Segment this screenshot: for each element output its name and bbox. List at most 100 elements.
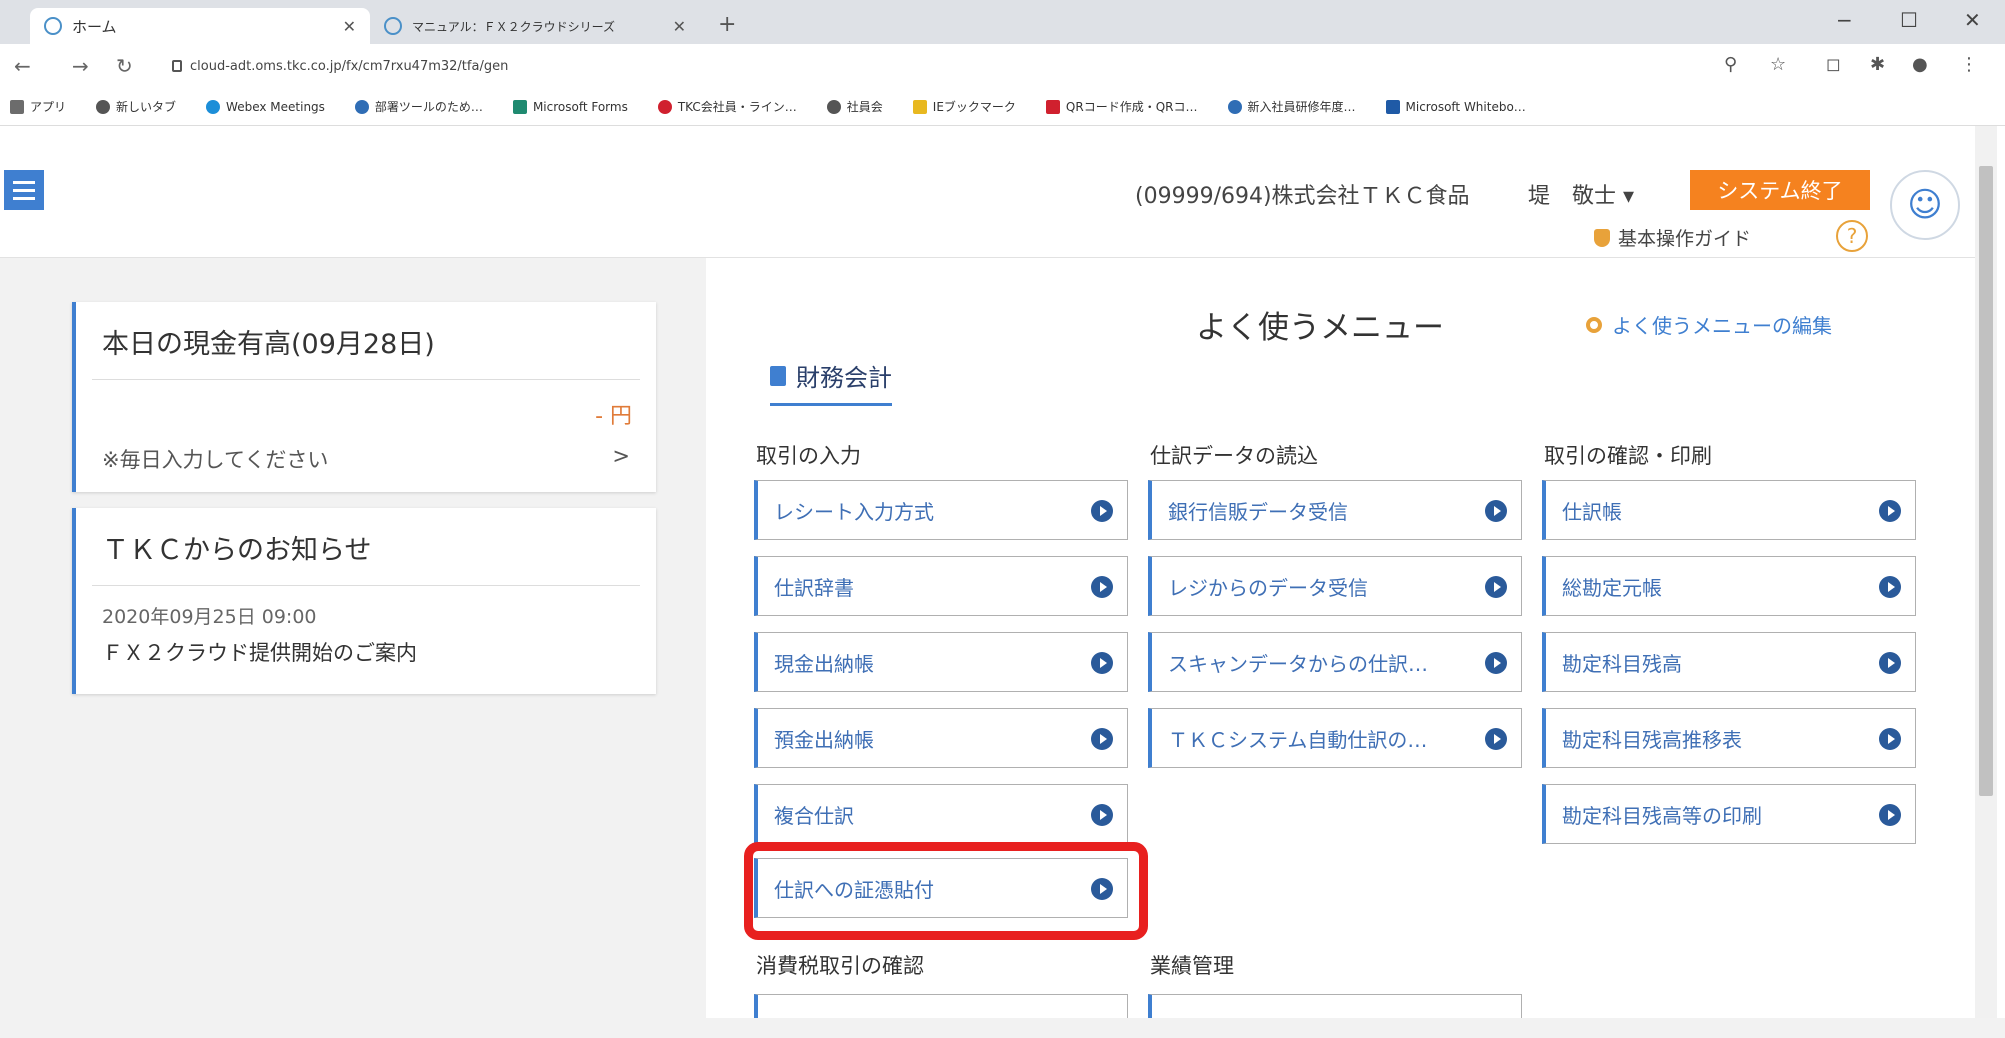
menu-item-general-ledger[interactable]: 総勘定元帳: [1542, 556, 1916, 616]
reload-icon[interactable]: ↻: [116, 54, 133, 78]
calculator-icon: [770, 365, 786, 386]
globe-icon: [96, 99, 111, 114]
bookmark-dept-tools[interactable]: 部署ツールのため…: [354, 98, 483, 115]
arrow-circle-icon: [1485, 576, 1507, 598]
bookmark-icon: [1227, 99, 1242, 114]
section-financial-accounting: 財務会計: [770, 358, 892, 406]
bookmark-training[interactable]: 新入社員研修年度…: [1227, 98, 1356, 115]
arrow-circle-icon: [1879, 728, 1901, 750]
minimize-button[interactable]: −: [1836, 8, 1853, 32]
menu-item-scan-data[interactable]: スキャンデータからの仕訳…: [1148, 632, 1522, 692]
cash-balance-card[interactable]: 本日の現金有高(09月28日) - 円 ※毎日入力してください >: [72, 302, 656, 492]
user-menu[interactable]: 堤 敬士 ▾: [1528, 178, 1634, 210]
arrow-circle-icon: [1091, 576, 1113, 598]
qr-icon: [1045, 99, 1060, 114]
menu-item-cash-book[interactable]: 現金出納帳: [754, 632, 1128, 692]
menu-title: よく使うメニュー: [1196, 310, 1444, 346]
news-link[interactable]: ＦＸ２クラウド提供開始のご案内: [76, 629, 656, 691]
column-heading-import: 仕訳データの読込: [1150, 444, 1318, 468]
whiteboard-icon: [1385, 99, 1400, 114]
bookmark-ie[interactable]: IEブックマーク: [912, 98, 1016, 115]
menu-item-compound-journal[interactable]: 複合仕訳: [754, 784, 1128, 844]
column-heading-performance: 業績管理: [1150, 954, 1234, 978]
star-icon[interactable]: ☆: [1770, 54, 1786, 75]
vertical-scrollbar[interactable]: [1975, 126, 1997, 1018]
back-icon[interactable]: ←: [14, 54, 31, 78]
bookmark-new-tab[interactable]: 新しいタブ: [96, 98, 176, 115]
folder-icon: [912, 99, 927, 114]
arrow-circle-icon: [1091, 804, 1113, 826]
menu-item-balance-print[interactable]: 勘定科目残高等の印刷: [1542, 784, 1916, 844]
menu-item-tkc-auto-journal[interactable]: ＴＫＣシステム自動仕訳の…: [1148, 708, 1522, 768]
arrow-circle-icon: [1879, 500, 1901, 522]
arrow-circle-icon: [1879, 576, 1901, 598]
bookmark-apps[interactable]: アプリ: [10, 98, 66, 115]
menu-item-balance-trend[interactable]: 勘定科目残高推移表: [1542, 708, 1916, 768]
system-end-button[interactable]: システム終了: [1690, 170, 1870, 210]
webex-icon: [206, 99, 221, 114]
menu-item-journal-dictionary[interactable]: 仕訳辞書: [754, 556, 1128, 616]
tkc-news-card: ＴＫＣからのお知らせ 2020年09月25日 09:00 ＦＸ２クラウド提供開始…: [72, 508, 656, 694]
menu-item-account-balance[interactable]: 勘定科目残高: [1542, 632, 1916, 692]
close-window-button[interactable]: ✕: [1964, 8, 1981, 32]
gear-icon: [1586, 316, 1602, 333]
forward-icon[interactable]: →: [72, 54, 89, 78]
bookmark-whiteboard[interactable]: Microsoft Whitebo…: [1385, 99, 1526, 114]
close-tab-icon[interactable]: ✕: [673, 17, 686, 36]
cash-balance-title: 本日の現金有高(09月28日): [102, 329, 435, 360]
cash-amount: - 円: [595, 404, 632, 429]
column-heading-input: 取引の入力: [756, 444, 861, 468]
arrow-circle-icon: [1879, 804, 1901, 826]
company-name: (09999/694)株式会社ＴＫＣ食品: [1135, 184, 1470, 209]
forms-icon: [512, 99, 527, 114]
bookmark-qr[interactable]: QRコード作成・QRコ…: [1045, 98, 1198, 115]
menu-item-register-data[interactable]: レジからのデータ受信: [1148, 556, 1522, 616]
kebab-menu-icon[interactable]: ⋮: [1960, 54, 1978, 75]
edit-menu-link[interactable]: よく使うメニューの編集: [1586, 310, 1832, 339]
bookmark-icon: [354, 99, 369, 114]
browser-tab-manual[interactable]: マニュアル：ＦＸ２クラウドシリーズ ✕: [370, 8, 700, 44]
beginner-mark-icon: [1594, 228, 1610, 247]
lock-icon: [172, 60, 182, 72]
arrow-circle-icon: [1091, 728, 1113, 750]
bookmark-ms-forms[interactable]: Microsoft Forms: [512, 99, 628, 114]
arrow-circle-icon: [1091, 652, 1113, 674]
bookmark-staff[interactable]: 社員会: [826, 98, 883, 115]
bookmark-tkc-line[interactable]: TKC会社員・ライン…: [657, 98, 797, 115]
chevron-right-icon[interactable]: >: [612, 444, 630, 474]
column-heading-tax: 消費税取引の確認: [756, 954, 924, 978]
url-text: cloud-adt.oms.tkc.co.jp/fx/cm7rxu47m32/t…: [190, 58, 509, 74]
puzzle-icon[interactable]: ✱: [1870, 54, 1885, 75]
browser-tab-strip: ホーム ✕ マニュアル：ＦＸ２クラウドシリーズ ✕ + − ☐ ✕: [0, 0, 2005, 44]
news-title: ＴＫＣからのお知らせ: [102, 535, 372, 566]
arrow-circle-icon: [1091, 500, 1113, 522]
new-tab-button[interactable]: +: [718, 12, 736, 37]
extension-icon[interactable]: ◻: [1826, 54, 1841, 75]
hamburger-menu-icon[interactable]: [4, 170, 44, 210]
bookmarks-bar: アプリ 新しいタブ Webex Meetings 部署ツールのため… Micro…: [0, 88, 2005, 126]
tab-favicon-icon: [384, 17, 402, 35]
arrow-circle-icon: [1485, 652, 1507, 674]
address-bar: ← → ↻ cloud-adt.oms.tkc.co.jp/fx/cm7rxu4…: [0, 44, 2005, 88]
scrollbar-thumb[interactable]: [1979, 166, 1993, 796]
url-field[interactable]: cloud-adt.oms.tkc.co.jp/fx/cm7rxu47m32/t…: [172, 52, 1672, 80]
close-tab-icon[interactable]: ✕: [343, 17, 356, 36]
profile-icon[interactable]: ●: [1912, 54, 1928, 75]
menu-item-bank-data[interactable]: 銀行信販データ受信: [1148, 480, 1522, 540]
browser-tab-home[interactable]: ホーム ✕: [30, 8, 370, 44]
diamond-icon: [657, 99, 672, 114]
maximize-button[interactable]: ☐: [1900, 8, 1918, 32]
basic-guide-link[interactable]: 基本操作ガイド: [1594, 224, 1751, 251]
zoom-icon[interactable]: ⚲: [1724, 54, 1737, 75]
menu-item-journal-book[interactable]: 仕訳帳: [1542, 480, 1916, 540]
mascot-assistant-icon[interactable]: ☺: [1890, 170, 1960, 240]
left-panel: 本日の現金有高(09月28日) - 円 ※毎日入力してください > ＴＫＣからの…: [0, 258, 706, 1018]
menu-item-deposit-book[interactable]: 預金出納帳: [754, 708, 1128, 768]
bookmark-webex[interactable]: Webex Meetings: [206, 99, 325, 114]
app-header: (09999/694)株式会社ＴＫＣ食品 堤 敬士 ▾ システム終了 基本操作ガ…: [0, 126, 1975, 258]
arrow-circle-icon: [1879, 652, 1901, 674]
tab-label: マニュアル：ＦＸ２クラウドシリーズ: [412, 19, 616, 34]
help-icon[interactable]: ?: [1836, 220, 1868, 252]
cash-note-row[interactable]: ※毎日入力してください >: [76, 430, 656, 474]
menu-item-receipt-input[interactable]: レシート入力方式: [754, 480, 1128, 540]
